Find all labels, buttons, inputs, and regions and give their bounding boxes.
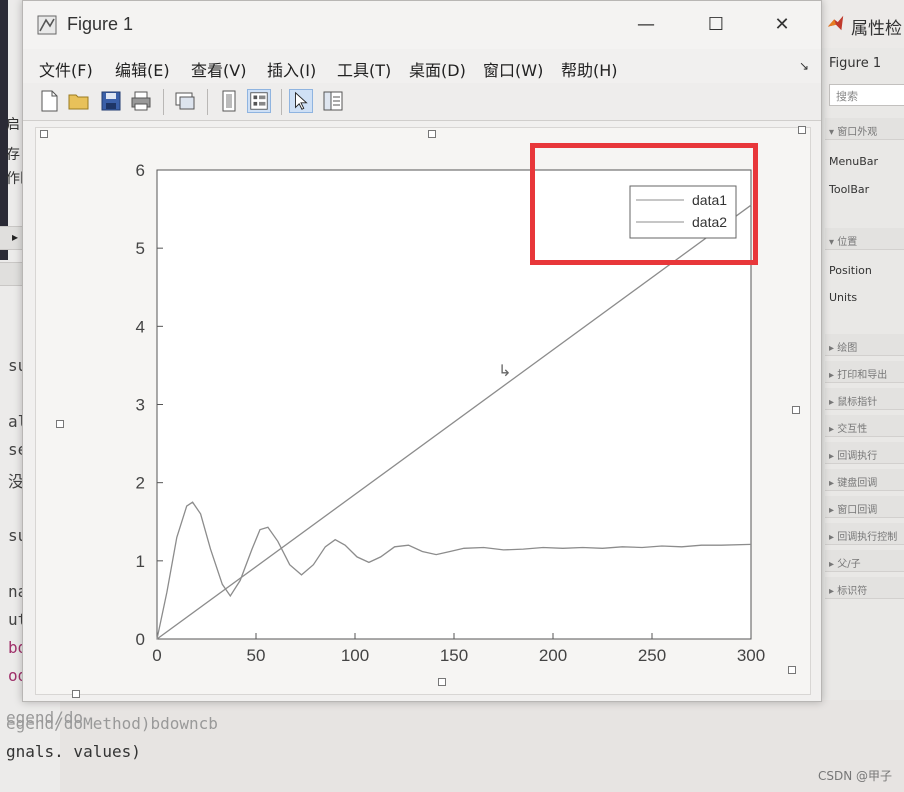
figure-toolbar (23, 83, 821, 121)
watermark: CSDN @甲子 (817, 769, 892, 783)
hide-plot-tools-icon[interactable] (217, 89, 241, 113)
inspector-group[interactable]: ▸ 父/子 (825, 550, 904, 572)
inspector-group[interactable]: ▾ 窗口外观 (825, 118, 904, 140)
side-label: 启 (6, 117, 20, 133)
x-tick-label: 300 (737, 646, 765, 665)
x-tick-label: 0 (152, 646, 161, 665)
inspector-group[interactable]: ▸ 打印和导出 (825, 361, 904, 383)
matlab-figure-icon (37, 15, 57, 35)
menu-file[interactable]: 文件(F) (39, 57, 93, 81)
inspector-search-input[interactable]: 搜索 (829, 84, 904, 106)
y-tick-label: 5 (136, 239, 145, 258)
side-label: 存 (6, 147, 20, 163)
y-tick-label: 1 (136, 552, 145, 571)
menu-window[interactable]: 窗口(W) (483, 57, 543, 81)
toolbar-separator (281, 89, 282, 115)
inspector-group[interactable]: ▸ 交互性 (825, 415, 904, 437)
inspector-object-label: Figure 1 (829, 56, 882, 71)
inspector-titlebar: 属性检 (811, 0, 904, 48)
menu-edit[interactable]: 编辑(E) (115, 57, 170, 81)
close-button[interactable]: ✕ (767, 13, 797, 37)
inspector-group[interactable]: ▸ 窗口回调 (825, 496, 904, 518)
inspector-group[interactable]: ▸ 回调执行 (825, 442, 904, 464)
open-icon[interactable] (67, 89, 91, 113)
maximize-button[interactable]: ☐ (701, 13, 731, 37)
y-tick-label: 4 (136, 317, 145, 336)
code-editor-bottom: egend/do egend/doMethod)bdowncb gnals. v… (0, 700, 904, 792)
edit-plot-icon[interactable] (289, 89, 313, 113)
dock-arrow-icon[interactable]: ↘ (799, 59, 809, 73)
y-tick-label: 2 (136, 474, 145, 493)
x-tick-label: 150 (440, 646, 468, 665)
expand-arrow-icon[interactable]: ▸ (12, 230, 18, 244)
menu-bar: 文件(F) 编辑(E) 查看(V) 插入(I) 工具(T) 桌面(D) 窗口(W… (23, 49, 821, 83)
menu-view[interactable]: 查看(V) (191, 57, 246, 81)
y-tick-label: 3 (136, 396, 145, 415)
code-line: gnals. values) (6, 742, 141, 761)
inspector-prop: Units (829, 291, 858, 304)
legend-highlight-box (530, 143, 758, 265)
y-tick-label: 0 (136, 630, 145, 649)
inspector-prop: MenuBar (829, 155, 879, 168)
inspector-prop: ToolBar (829, 183, 870, 196)
inspector-prop: Position (829, 264, 872, 277)
inspector-group[interactable]: ▸ 鼠标指针 (825, 388, 904, 410)
inspector-group[interactable]: ▾ 位置 (825, 228, 904, 250)
menu-desktop[interactable]: 桌面(D) (409, 57, 466, 81)
menu-tools[interactable]: 工具(T) (337, 57, 391, 81)
toolbar-separator (163, 89, 164, 115)
minimize-button[interactable]: — (631, 13, 661, 37)
x-tick-label: 100 (341, 646, 369, 665)
print-icon[interactable] (129, 89, 153, 113)
inspector-group[interactable]: ▸ 绘图 (825, 334, 904, 356)
inspector-group[interactable]: ▸ 标识符 (825, 577, 904, 599)
y-tick-label: 6 (136, 161, 145, 180)
link-plot-icon[interactable] (173, 89, 197, 113)
x-tick-label: 200 (539, 646, 567, 665)
figure-window: Figure 1 — ☐ ✕ 文件(F) 编辑(E) 查看(V) 插入(I) 工… (22, 0, 822, 702)
code-line: egend/doMethod)bdowncb (6, 714, 218, 733)
save-icon[interactable] (99, 89, 123, 113)
mouse-cursor-icon: ↳ (498, 361, 511, 380)
property-inspector: 属性检 Figure 1 搜索 ▾ 窗口外观 MenuBar ToolBar ▾… (810, 0, 904, 700)
show-plot-tools-icon[interactable] (247, 89, 271, 113)
inspector-group[interactable]: ▸ 回调执行控制 (825, 523, 904, 545)
menu-help[interactable]: 帮助(H) (561, 57, 618, 81)
new-figure-icon[interactable] (37, 89, 61, 113)
figure-titlebar: Figure 1 — ☐ ✕ (23, 1, 821, 49)
matlab-logo-icon (827, 15, 844, 31)
menu-insert[interactable]: 插入(I) (267, 57, 316, 81)
x-tick-label: 250 (638, 646, 666, 665)
window-title: Figure 1 (67, 14, 134, 34)
property-editor-icon[interactable] (321, 89, 345, 113)
inspector-group[interactable]: ▸ 键盘回调 (825, 469, 904, 491)
toolbar-separator (207, 89, 208, 115)
inspector-title: 属性检 (851, 19, 902, 39)
x-tick-label: 50 (247, 646, 266, 665)
